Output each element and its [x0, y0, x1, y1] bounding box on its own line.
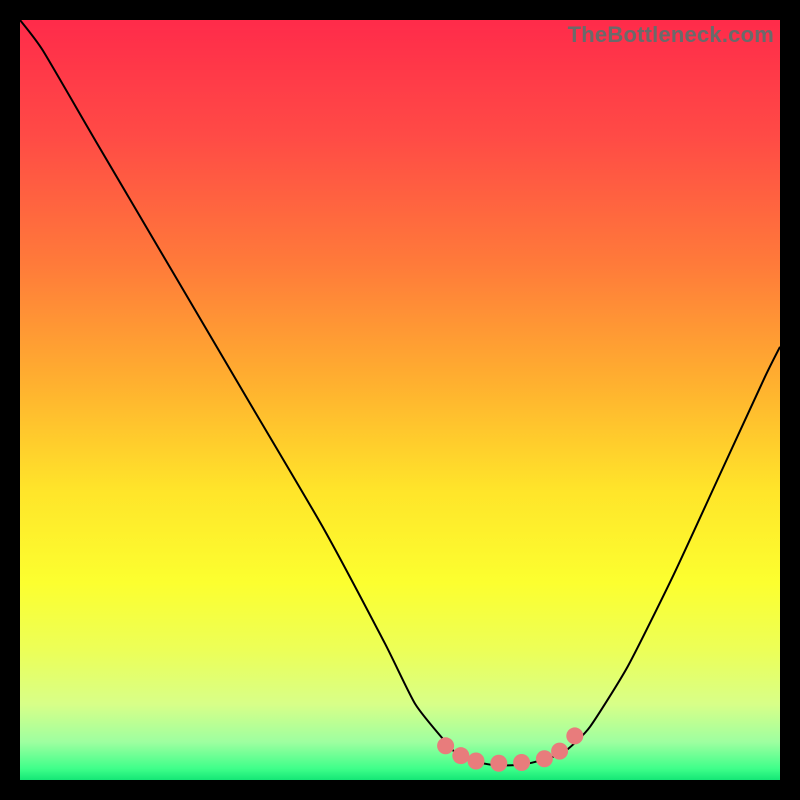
optimal-marker	[566, 727, 583, 744]
optimal-marker	[551, 743, 568, 760]
optimal-marker	[452, 747, 469, 764]
optimal-marker	[437, 737, 454, 754]
optimal-marker	[468, 753, 485, 770]
watermark-text: TheBottleneck.com	[568, 22, 774, 48]
plot-area: TheBottleneck.com	[20, 20, 780, 780]
optimal-marker	[490, 755, 507, 772]
chart-svg	[20, 20, 780, 780]
optimal-marker	[536, 750, 553, 767]
bottleneck-curve	[20, 20, 780, 765]
optimal-marker	[513, 754, 530, 771]
chart-frame: TheBottleneck.com	[20, 20, 780, 780]
